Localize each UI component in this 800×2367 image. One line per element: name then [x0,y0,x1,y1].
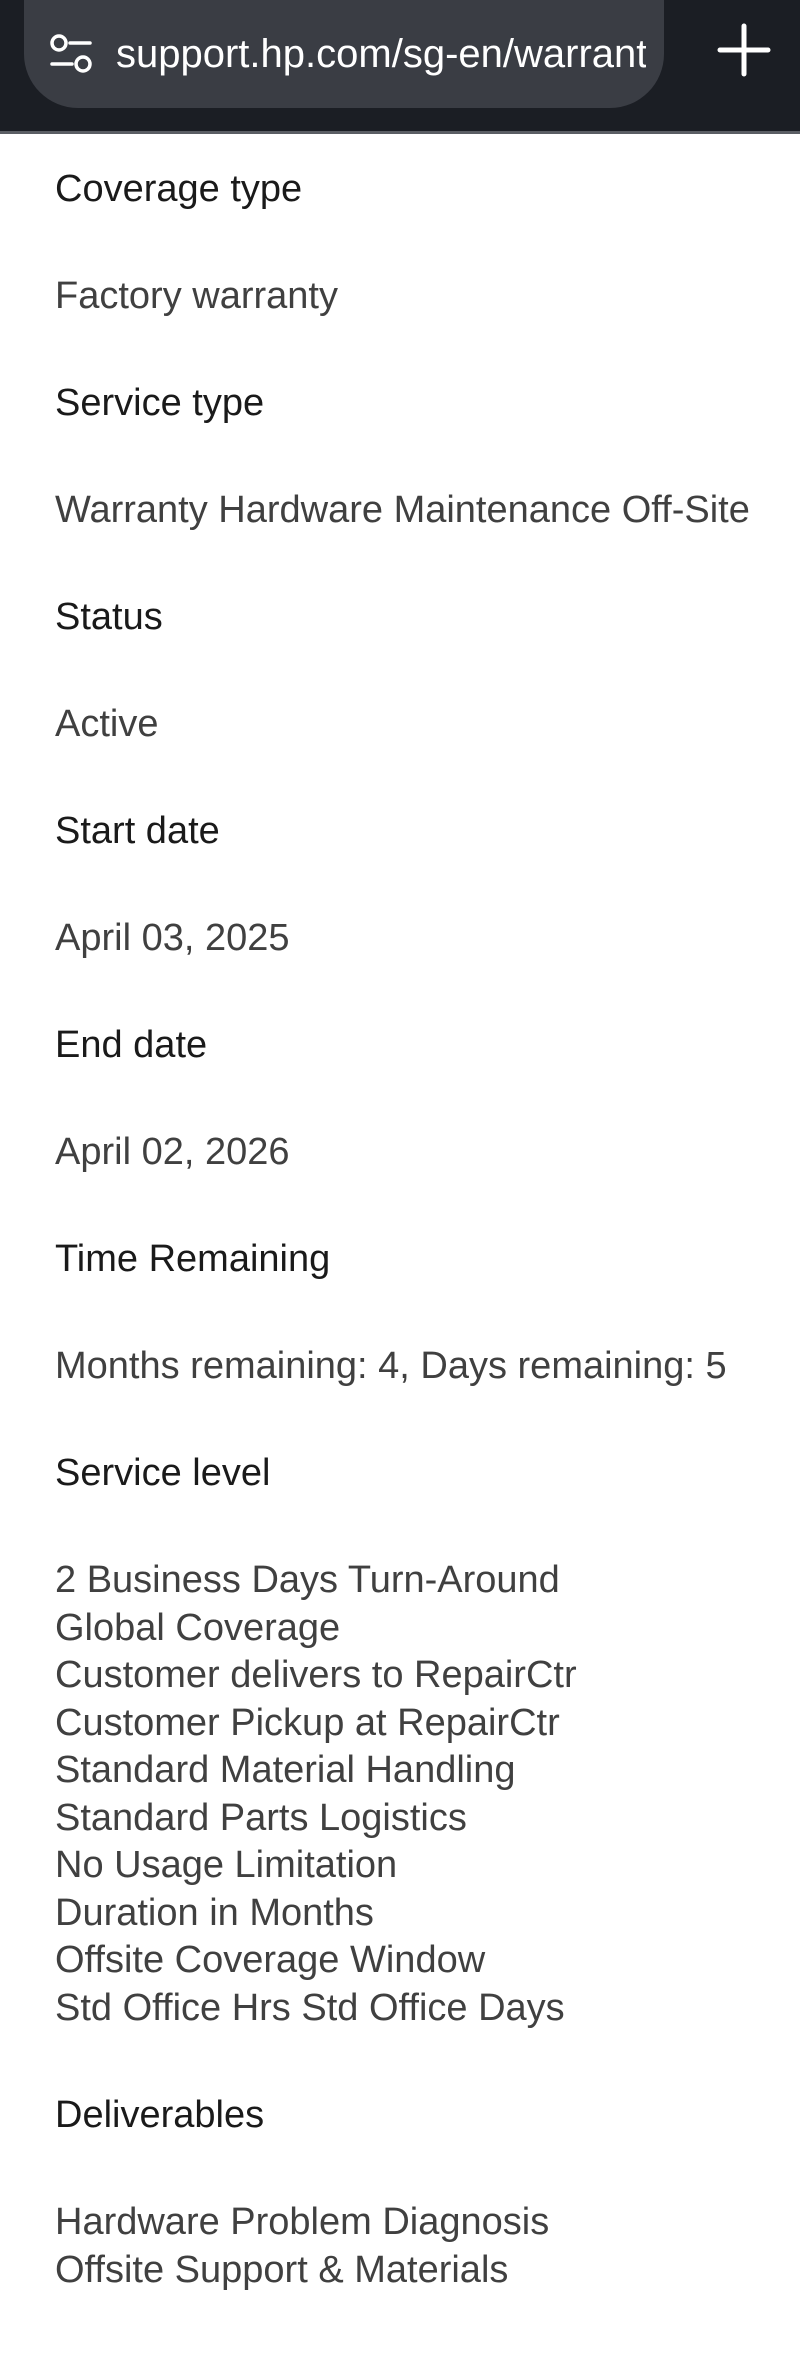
deliverables-label: Deliverables [55,2094,265,2136]
service-level-label: Service level [55,1452,271,1494]
list-item: No Usage Limitation [55,1844,398,1886]
list-item: Standard Parts Logistics [55,1796,467,1839]
service-type-label: Service type [55,382,265,424]
tune-icon[interactable] [48,31,94,77]
list-item: Global Coverage [55,1606,341,1649]
list-item: Standard Material Handling [55,1749,516,1791]
list-item: Std Office Hrs Std Office Days [55,1986,565,2029]
service-type-value: Warranty Hardware Maintenance Off-Site [55,489,750,531]
time-remaining-label: Time Remaining [55,1238,331,1280]
end-date-value: April 02, 2026 [55,1131,290,1173]
browser-toolbar: support.hp.com/sg-en/warrant [0,0,800,134]
list-item: Customer delivers to RepairCtr [55,1654,577,1696]
status-label: Status [55,596,163,638]
start-date-label: Start date [55,810,220,852]
plus-icon[interactable] [716,22,772,78]
list-item: Customer Pickup at RepairCtr [55,1701,560,1744]
time-remaining-value: Months remaining: 4, Days remaining: 5 [55,1345,727,1387]
start-date-value: April 03, 2025 [55,917,290,959]
list-item: Duration in Months [55,1891,374,1934]
service-level-list: 2 Business Days Turn-Around Global Cover… [0,1557,577,2032]
coverage-type-label: Coverage type [55,168,303,210]
url-text[interactable]: support.hp.com/sg-en/warrant [116,32,646,77]
list-item: Offsite Coverage Window [55,1939,486,1981]
address-bar[interactable]: support.hp.com/sg-en/warrant [24,0,664,108]
deliverables-list: Hardware Problem Diagnosis Offsite Suppo… [0,2199,549,2294]
end-date-label: End date [55,1024,208,1066]
list-item: Hardware Problem Diagnosis [55,2201,550,2243]
status-value: Active [55,703,159,745]
list-item: Offsite Support & Materials [55,2248,509,2291]
list-item: 2 Business Days Turn-Around [55,1559,560,1601]
coverage-type-value: Factory warranty [55,275,338,317]
